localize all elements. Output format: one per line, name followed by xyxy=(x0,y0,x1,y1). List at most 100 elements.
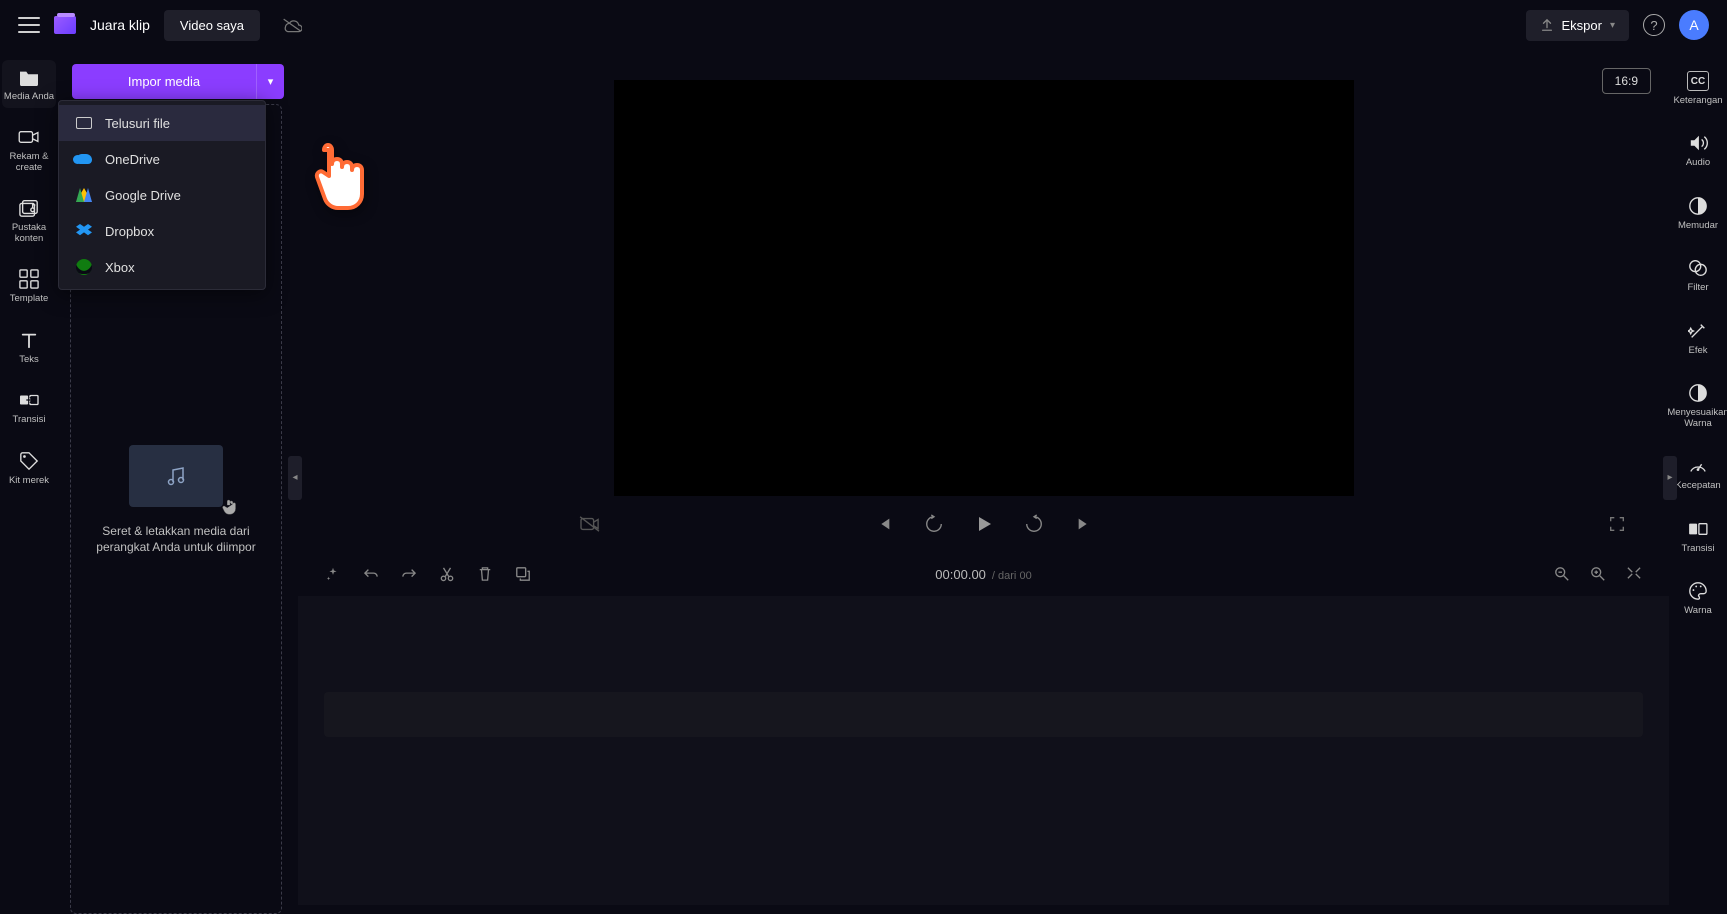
sparkle-icon xyxy=(1687,320,1709,342)
video-canvas xyxy=(614,80,1354,496)
onedrive-icon xyxy=(75,150,93,168)
help-button[interactable]: ? xyxy=(1643,14,1665,36)
text-icon xyxy=(18,329,40,351)
skip-forward-button[interactable] xyxy=(1072,512,1096,536)
right-item-color[interactable]: Warna xyxy=(1671,574,1725,622)
import-dropdown-toggle[interactable]: ▾ xyxy=(256,64,284,99)
split-button[interactable] xyxy=(438,566,456,582)
sidebar-item-media[interactable]: Media Anda xyxy=(2,60,56,108)
dropzone-hint-text: Seret & letakkan media dari perangkat An… xyxy=(87,523,265,555)
magic-icon[interactable] xyxy=(324,566,342,582)
camera-off-icon[interactable] xyxy=(578,512,602,536)
rewind-button[interactable] xyxy=(922,512,946,536)
right-item-audio[interactable]: Audio xyxy=(1671,126,1725,174)
sidebar-item-library[interactable]: Pustaka konten xyxy=(2,191,56,250)
dropdown-item-label: Telusuri file xyxy=(105,116,170,131)
tutorial-pointer-icon xyxy=(303,142,363,214)
dropdown-item-label: OneDrive xyxy=(105,152,160,167)
cloud-sync-off-icon[interactable] xyxy=(282,17,302,33)
google-drive-icon xyxy=(75,186,93,204)
dropbox-icon xyxy=(75,222,93,240)
my-videos-button[interactable]: Video saya xyxy=(164,10,260,41)
import-option-dropbox[interactable]: Dropbox xyxy=(59,213,265,249)
filter-icon xyxy=(1687,257,1709,279)
sidebar-item-transitions[interactable]: Transisi xyxy=(2,383,56,431)
export-label: Ekspor xyxy=(1562,18,1602,33)
dropdown-item-label: Dropbox xyxy=(105,224,154,239)
skip-back-button[interactable] xyxy=(872,512,896,536)
sidebar-item-record[interactable]: Rekam & create xyxy=(2,120,56,179)
right-item-label: Memudar xyxy=(1678,221,1718,231)
redo-button[interactable] xyxy=(400,567,418,581)
right-item-adjust-color[interactable]: Menyesuaikan Warna xyxy=(1671,376,1725,435)
sidebar-item-label: Pustaka konten xyxy=(2,223,56,244)
import-media-button[interactable]: Impor media xyxy=(72,64,256,99)
sidebar-item-label: Teks xyxy=(19,355,39,365)
grab-cursor-icon xyxy=(219,495,241,517)
duplicate-button[interactable] xyxy=(514,566,532,582)
delete-button[interactable] xyxy=(476,566,494,582)
current-time: 00:00.00 xyxy=(935,567,986,582)
right-item-fade[interactable]: Memudar xyxy=(1671,189,1725,237)
transition-clip-icon xyxy=(1687,518,1709,540)
undo-button[interactable] xyxy=(362,567,380,581)
right-item-label: Audio xyxy=(1686,158,1710,168)
import-option-onedrive[interactable]: OneDrive xyxy=(59,141,265,177)
sidebar-item-label: Transisi xyxy=(13,415,46,425)
fullscreen-button[interactable] xyxy=(1605,512,1629,536)
chevron-down-icon: ▾ xyxy=(1610,20,1615,31)
export-button[interactable]: Ekspor ▾ xyxy=(1526,10,1630,41)
import-dropdown-menu: Telusuri file OneDrive Google Drive Drop… xyxy=(58,100,266,290)
fit-timeline-button[interactable] xyxy=(1625,566,1643,582)
play-button[interactable] xyxy=(972,512,996,536)
right-item-effects[interactable]: Efek xyxy=(1671,314,1725,362)
dropdown-item-label: Google Drive xyxy=(105,188,181,203)
right-item-label: Keterangan xyxy=(1673,96,1722,106)
sidebar-item-label: Media Anda xyxy=(4,92,54,102)
camera-icon xyxy=(18,126,40,148)
collapse-panel-right-button[interactable]: ▸ xyxy=(1663,456,1677,500)
xbox-icon xyxy=(75,258,93,276)
timeline-empty-track[interactable] xyxy=(324,692,1643,737)
right-item-label: Filter xyxy=(1687,283,1708,293)
timeline-track-area[interactable] xyxy=(298,596,1669,905)
right-item-speed[interactable]: Kecepatan xyxy=(1671,449,1725,497)
right-item-label: Menyesuaikan Warna xyxy=(1667,408,1727,429)
palette-icon xyxy=(1687,580,1709,602)
right-item-label: Efek xyxy=(1688,346,1707,356)
zoom-out-button[interactable] xyxy=(1553,566,1571,582)
speedometer-icon xyxy=(1687,455,1709,477)
sidebar-item-text[interactable]: Teks xyxy=(2,323,56,371)
monitor-icon xyxy=(75,114,93,132)
duration-label: / dari 00 xyxy=(992,570,1032,582)
right-item-transition[interactable]: Transisi xyxy=(1671,512,1725,560)
right-item-label: Kecepatan xyxy=(1675,481,1720,491)
right-item-label: Transisi xyxy=(1682,544,1715,554)
dropdown-item-label: Xbox xyxy=(105,260,135,275)
user-avatar[interactable]: A xyxy=(1679,10,1709,40)
folder-icon xyxy=(18,66,40,88)
library-icon xyxy=(18,197,40,219)
cc-icon: CC xyxy=(1687,70,1709,92)
speaker-icon xyxy=(1687,132,1709,154)
import-option-gdrive[interactable]: Google Drive xyxy=(59,177,265,213)
import-option-xbox[interactable]: Xbox xyxy=(59,249,265,285)
right-item-label: Warna xyxy=(1684,606,1712,616)
app-logo-icon xyxy=(54,16,76,34)
tag-icon xyxy=(18,450,40,472)
fade-icon xyxy=(1687,195,1709,217)
sidebar-item-brandkit[interactable]: Kit merek xyxy=(2,444,56,492)
forward-button[interactable] xyxy=(1022,512,1046,536)
sidebar-item-label: Template xyxy=(10,294,49,304)
sidebar-item-label: Rekam & create xyxy=(2,152,56,173)
aspect-ratio-selector[interactable]: 16:9 xyxy=(1602,68,1651,94)
media-placeholder-tile xyxy=(129,445,223,507)
right-item-caption[interactable]: CC Keterangan xyxy=(1671,64,1725,112)
zoom-in-button[interactable] xyxy=(1589,566,1607,582)
project-title: Juara klip xyxy=(90,17,150,33)
menu-button[interactable] xyxy=(18,17,40,33)
template-icon xyxy=(18,268,40,290)
sidebar-item-template[interactable]: Template xyxy=(2,262,56,310)
import-option-browse[interactable]: Telusuri file xyxy=(59,105,265,141)
right-item-filter[interactable]: Filter xyxy=(1671,251,1725,299)
